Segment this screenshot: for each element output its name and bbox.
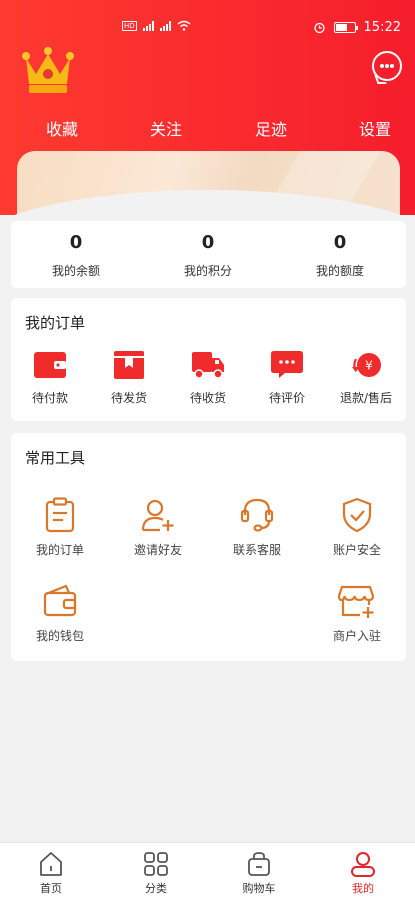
quota-value: 0 <box>333 232 347 253</box>
tool-label: 我的订单 <box>35 543 84 557</box>
user-icon <box>351 852 375 877</box>
order-item-label: 待发货 <box>110 391 147 405</box>
truck-icon <box>192 352 224 379</box>
tools-title: 常用工具 <box>25 449 86 467</box>
quick-nav-favorites[interactable]: 收藏 <box>46 116 78 140</box>
tab-label: 购物车 <box>242 882 276 895</box>
refund-icon: ¥ <box>352 353 381 377</box>
battery-icon <box>333 22 358 33</box>
orders-title: 我的订单 <box>25 314 86 332</box>
balance-label: 我的余额 <box>51 264 100 278</box>
order-refund-aftersale[interactable]: ¥ 退款/售后 <box>326 348 406 406</box>
tab-cart[interactable]: 购物车 <box>219 850 299 896</box>
status-bar: HD 15:22 <box>0 18 415 42</box>
tool-label: 我的钱包 <box>35 629 84 643</box>
tool-label: 账户安全 <box>332 543 381 557</box>
tool-label: 商户入驻 <box>332 629 381 643</box>
grid-icon <box>144 852 168 876</box>
home-icon <box>40 852 62 876</box>
signal-icon <box>142 20 154 31</box>
order-item-label: 退款/售后 <box>339 391 393 405</box>
points-stat[interactable]: 0 我的积分 <box>148 231 268 279</box>
order-item-label: 待评价 <box>268 391 305 405</box>
signal-indicators: HD <box>122 20 191 31</box>
message-button[interactable] <box>372 51 402 81</box>
quick-nav: 收藏 关注 足迹 设置 <box>0 116 415 140</box>
order-pending-review[interactable]: 待评价 <box>247 348 327 406</box>
balance-value: 0 <box>69 232 83 253</box>
tab-home[interactable]: 首页 <box>11 850 91 896</box>
shield-check-icon <box>342 497 372 533</box>
common-tools-card: 常用工具 我的订单 邀请好友 联系客服 账户安全 我的钱包 商户入驻 <box>11 433 406 661</box>
order-pending-payment[interactable]: 待付款 <box>10 348 90 406</box>
profile-header: HD 15:22 收藏 关注 足迹 设置 <box>0 0 415 215</box>
tool-my-wallet[interactable]: 我的钱包 <box>10 581 110 644</box>
add-user-icon <box>141 499 174 532</box>
signal-icon <box>159 20 171 31</box>
tool-label: 联系客服 <box>232 543 281 557</box>
comment-icon <box>271 351 303 378</box>
tab-mine[interactable]: 我的 <box>323 850 403 896</box>
tool-invite-friends[interactable]: 邀请好友 <box>108 495 208 558</box>
shop-icon <box>338 585 375 618</box>
package-icon <box>114 351 144 379</box>
tab-category[interactable]: 分类 <box>116 850 196 896</box>
order-item-label: 待收货 <box>189 391 226 405</box>
order-pending-shipment[interactable]: 待发货 <box>89 348 169 406</box>
clipboard-icon <box>45 497 75 533</box>
wallet-icon <box>43 584 77 617</box>
svg-text:¥: ¥ <box>365 359 373 373</box>
order-item-label: 待付款 <box>31 391 68 405</box>
status-time: 15:22 <box>363 20 401 35</box>
tool-label: 邀请好友 <box>133 543 182 557</box>
tool-merchant-join[interactable]: 商户入驻 <box>307 581 407 644</box>
quota-label: 我的额度 <box>315 264 364 278</box>
order-pending-receipt[interactable]: 待收货 <box>168 348 248 406</box>
alarm-icon <box>313 22 325 34</box>
tab-label: 首页 <box>40 882 62 895</box>
balance-stat[interactable]: 0 我的余额 <box>16 231 136 279</box>
points-label: 我的积分 <box>183 264 232 278</box>
cart-bag-icon <box>248 852 270 876</box>
crown-icon <box>22 47 74 93</box>
quick-nav-settings[interactable]: 设置 <box>359 116 391 140</box>
hd-badge-icon: HD <box>122 20 137 31</box>
headset-icon <box>240 498 274 532</box>
wallet-icon <box>34 352 66 378</box>
bottom-tab-bar: 首页 分类 购物车 我的 <box>0 842 415 900</box>
quota-stat[interactable]: 0 我的额度 <box>280 231 400 279</box>
my-orders-card: 我的订单 待付款 待发货 待收货 待评价 ¥ 退款/售后 <box>11 298 406 421</box>
quick-nav-following[interactable]: 关注 <box>150 116 182 140</box>
account-stats-card: 0 我的余额 0 我的积分 0 我的额度 <box>11 221 406 288</box>
tool-customer-service[interactable]: 联系客服 <box>207 495 307 558</box>
tool-account-security[interactable]: 账户安全 <box>307 495 407 558</box>
tab-label: 分类 <box>145 882 167 895</box>
quick-nav-footprints[interactable]: 足迹 <box>255 116 287 140</box>
tool-my-orders[interactable]: 我的订单 <box>10 495 110 558</box>
status-right: 15:22 <box>313 20 401 35</box>
points-value: 0 <box>201 232 215 253</box>
tab-label: 我的 <box>352 882 374 895</box>
wifi-icon <box>177 20 191 31</box>
